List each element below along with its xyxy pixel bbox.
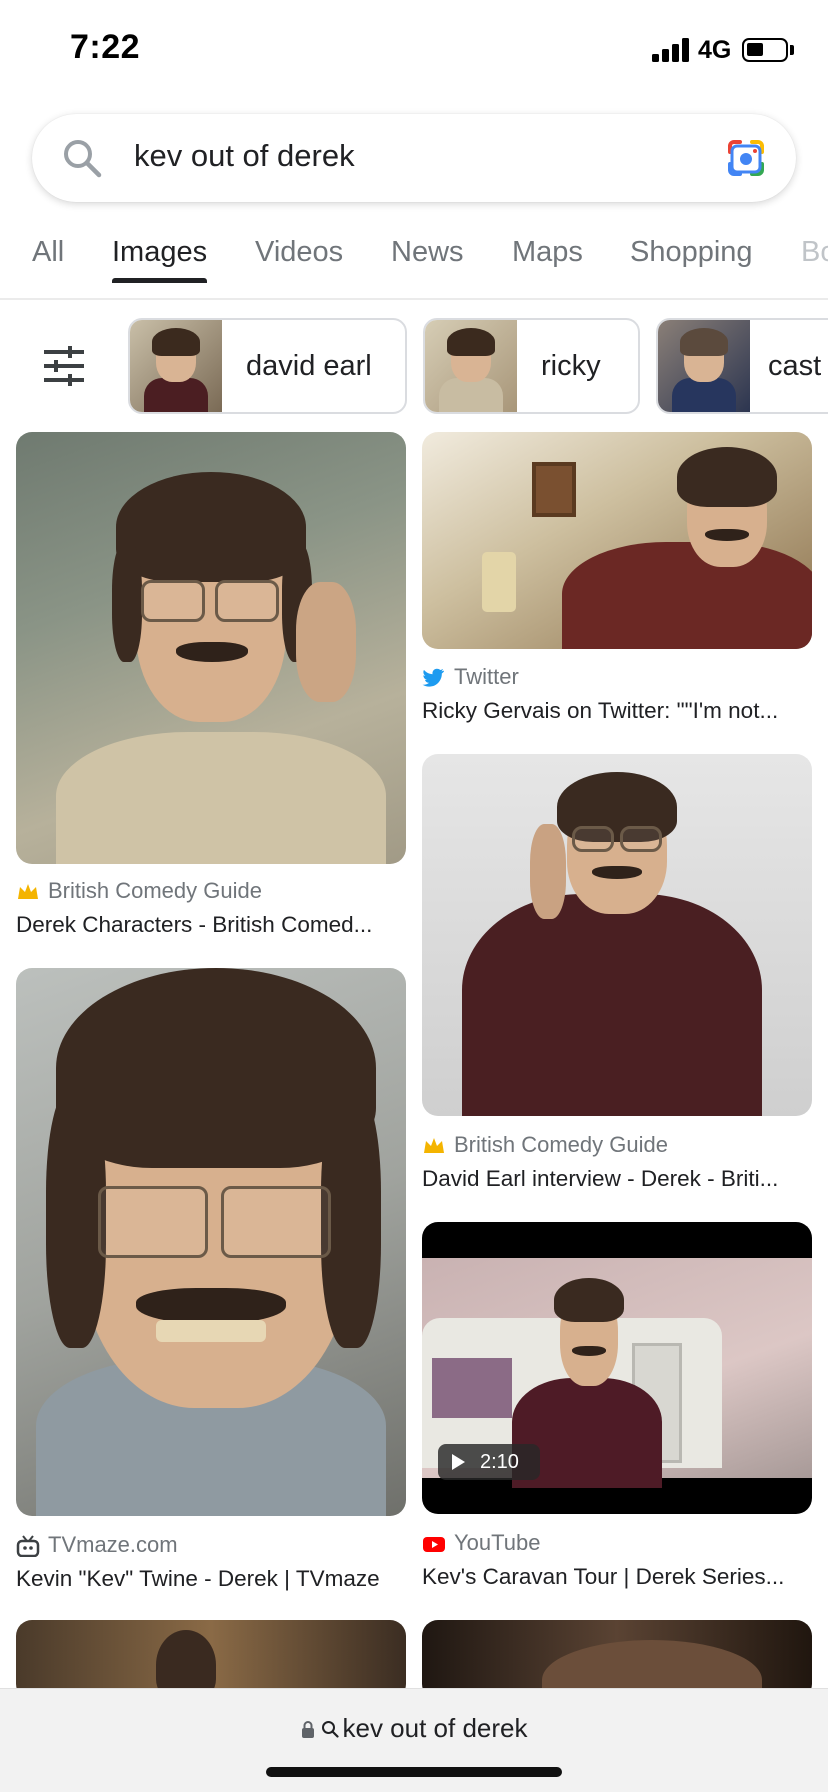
tab-books[interactable]: Bo xyxy=(801,236,828,269)
result-title[interactable]: Ricky Gervais on Twitter: ""I'm not... xyxy=(422,698,812,724)
battery-cap xyxy=(790,45,794,55)
chip-thumbnail xyxy=(425,320,517,412)
result-title[interactable]: Kev's Caravan Tour | Derek Series... xyxy=(422,1564,812,1590)
result-image[interactable] xyxy=(422,754,812,1116)
tv-icon xyxy=(16,1535,40,1558)
search-icon[interactable] xyxy=(60,136,104,180)
video-duration-badge: 2:10 xyxy=(438,1444,540,1480)
chip-cast[interactable]: cast xyxy=(656,318,828,414)
home-indicator[interactable] xyxy=(266,1767,562,1777)
address-bar-text: kev out of derek xyxy=(342,1713,528,1743)
chip-ricky[interactable]: ricky xyxy=(423,318,640,414)
network-type: 4G xyxy=(698,36,732,64)
chip-label: ricky xyxy=(541,350,601,382)
play-icon xyxy=(452,1454,465,1470)
chip-thumbnail xyxy=(130,320,222,412)
chip-david-earl[interactable]: david earl xyxy=(128,318,407,414)
lock-icon xyxy=(301,1721,314,1738)
search-bar[interactable]: kev out of derek xyxy=(32,114,796,202)
result-source-name: Twitter xyxy=(454,664,519,689)
search-tabs: All Images Videos News Maps Shopping Bo xyxy=(0,228,828,300)
result-video-thumbnail[interactable]: 2:10 xyxy=(422,1222,812,1514)
tab-all[interactable]: All xyxy=(32,236,64,269)
result-source: YouTube xyxy=(422,1530,540,1556)
tab-maps[interactable]: Maps xyxy=(512,236,583,269)
result-source: British Comedy Guide xyxy=(422,1132,668,1158)
chip-thumbnail xyxy=(658,320,750,412)
result-title[interactable]: Kevin "Kev" Twine - Derek | TVmaze xyxy=(16,1566,406,1592)
tab-shopping[interactable]: Shopping xyxy=(630,236,753,269)
tab-news[interactable]: News xyxy=(391,236,464,269)
address-bar-url[interactable]: kev out of derek xyxy=(0,1713,828,1744)
twitter-bird-icon xyxy=(422,668,445,687)
result-image[interactable] xyxy=(422,432,812,649)
status-time: 7:22 xyxy=(70,28,141,66)
result-source-name: British Comedy Guide xyxy=(48,878,262,903)
result-image[interactable] xyxy=(16,968,406,1516)
result-source: TVmaze.com xyxy=(16,1532,178,1558)
tab-images[interactable]: Images xyxy=(112,236,207,269)
result-image[interactable] xyxy=(16,432,406,864)
result-source-name: British Comedy Guide xyxy=(454,1132,668,1157)
related-search-chips: david earl ricky cast xyxy=(0,318,828,414)
video-duration: 2:10 xyxy=(480,1451,519,1473)
google-lens-icon[interactable] xyxy=(724,136,768,180)
result-source-name: YouTube xyxy=(454,1530,541,1555)
crown-icon xyxy=(424,1138,444,1154)
result-source-name: TVmaze.com xyxy=(48,1532,178,1557)
result-source: British Comedy Guide xyxy=(16,878,262,904)
result-source: Twitter xyxy=(422,664,519,690)
chip-label: cast xyxy=(768,350,822,382)
battery-icon xyxy=(742,38,788,62)
search-input[interactable]: kev out of derek xyxy=(134,138,355,174)
tab-videos[interactable]: Videos xyxy=(255,236,343,269)
youtube-icon xyxy=(423,1537,445,1553)
search-icon xyxy=(321,1721,339,1738)
active-tab-indicator xyxy=(112,278,207,283)
result-title[interactable]: Derek Characters - British Comed... xyxy=(16,912,406,938)
tune-filter-icon[interactable] xyxy=(40,344,88,388)
signal-bars-icon xyxy=(652,38,690,62)
chip-label: david earl xyxy=(246,350,372,382)
result-title[interactable]: David Earl interview - Derek - Briti... xyxy=(422,1166,812,1192)
status-bar: 7:22 4G xyxy=(0,0,828,100)
safari-address-bar[interactable]: kev out of derek xyxy=(0,1688,828,1792)
crown-icon xyxy=(18,884,38,900)
